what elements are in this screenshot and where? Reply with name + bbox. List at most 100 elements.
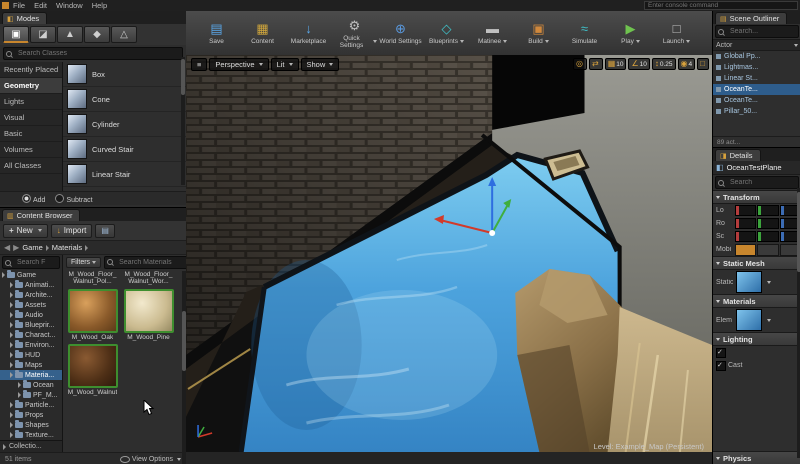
expander-icon[interactable] (18, 392, 21, 398)
modes-scrollbar[interactable] (181, 57, 185, 185)
outliner-row[interactable]: Global Pp... (713, 51, 800, 62)
scale-y-field[interactable] (757, 231, 779, 242)
mode-category[interactable]: Volumes (0, 142, 62, 158)
expander-icon[interactable] (10, 432, 13, 438)
expander-icon[interactable] (10, 342, 13, 348)
folder-tree-item[interactable]: Blueprir... (0, 320, 62, 330)
placeable-item[interactable]: Linear Stair (63, 162, 186, 187)
snap-control[interactable]: ↕ 0.25 (651, 58, 676, 70)
mobility-option[interactable] (757, 243, 779, 256)
console-command-input[interactable] (644, 1, 798, 10)
expander-icon[interactable] (10, 282, 13, 288)
mode-category[interactable]: Visual (0, 110, 62, 126)
selected-object-row[interactable]: ◧ OceanTestPlane (713, 161, 800, 175)
mode-tool-button[interactable]: ◆ (84, 26, 110, 43)
toolbar-button[interactable]: ⚙ Quick Settings (332, 13, 377, 53)
lighting-checkbox[interactable] (716, 347, 726, 358)
section-physics[interactable]: Physics (713, 451, 800, 464)
location-x-field[interactable] (735, 205, 757, 216)
folder-tree-item[interactable]: Texture... (0, 430, 62, 440)
scale-x-field[interactable] (735, 231, 757, 242)
asset-tile[interactable]: M_Wood_Pine (122, 288, 175, 341)
folder-tree-item[interactable]: Ocean (0, 380, 62, 390)
mode-tool-button[interactable]: ◪ (30, 26, 56, 43)
menu-item[interactable]: Help (92, 1, 107, 10)
breadcrumb-item[interactable]: Game (22, 243, 51, 252)
menu-item[interactable]: Edit (34, 1, 47, 10)
folder-tree-item[interactable]: Maps (0, 360, 62, 370)
snap-control[interactable]: ⇄ (588, 58, 603, 70)
add-radio[interactable]: Add (22, 193, 45, 204)
toolbar-button[interactable]: ⊕ World Settings (378, 13, 423, 53)
mode-category[interactable]: Geometry (0, 78, 62, 94)
static-mesh-thumbnail[interactable] (736, 271, 762, 293)
folder-tree-item[interactable]: Audio (0, 310, 62, 320)
perspective-button[interactable]: Perspective (209, 58, 269, 71)
back-arrow-icon[interactable]: ◀ (4, 243, 10, 252)
filters-button[interactable]: Filters (66, 256, 102, 268)
chevron-down-icon[interactable] (767, 318, 771, 322)
asset-tile[interactable]: M_Wood_Oak (66, 288, 119, 341)
show-button[interactable]: Show (300, 58, 340, 71)
expander-icon[interactable] (10, 412, 13, 418)
mode-tool-button[interactable]: ▲ (57, 26, 83, 43)
toolbar-button[interactable]: ▦ Content (240, 13, 285, 53)
asset-tile[interactable]: M_Wood_Walnut (66, 344, 119, 396)
snap-control[interactable]: ◎ (573, 58, 587, 70)
details-search-input[interactable] (728, 178, 798, 187)
rotation-x-field[interactable] (735, 218, 757, 229)
outliner-row[interactable]: OceanTe... (713, 95, 800, 106)
outliner-row[interactable]: Linear St... (713, 73, 800, 84)
toolbar-button[interactable]: ▬ Matinee (470, 13, 515, 53)
mode-tool-button[interactable]: ▣ (3, 26, 29, 43)
save-all-button[interactable]: ▤ (95, 223, 115, 238)
outliner-search-input[interactable] (728, 27, 798, 36)
folder-tree-item[interactable]: Materia... (0, 370, 62, 380)
toolbar-button[interactable]: ▣ Build (516, 13, 561, 53)
mode-tool-button[interactable]: △ (111, 26, 137, 43)
viewport-menu-button[interactable]: ≡ (191, 58, 208, 71)
outliner-row[interactable]: OceanTe... (713, 84, 800, 95)
viewport-3d[interactable]: ≡ Perspective Lit Show ◎ ⇄ ▦ 10 ∠ 10 ↕ 0… (186, 55, 712, 452)
new-button[interactable]: + New (3, 223, 48, 238)
modes-search-input[interactable] (16, 49, 182, 58)
toolbar-button[interactable]: □ Launch (654, 13, 699, 53)
folder-tree-item[interactable]: Particle... (0, 400, 62, 410)
placeable-item[interactable]: Cylinder (63, 112, 186, 137)
toolbar-button[interactable]: ▶ Play (608, 13, 653, 53)
folder-tree-item[interactable]: Animati... (0, 280, 62, 290)
tab-details[interactable]: ◨ Details (715, 149, 761, 161)
expander-icon[interactable] (10, 352, 13, 358)
section-transform[interactable]: Transform (713, 190, 800, 204)
mode-category[interactable]: Basic (0, 126, 62, 142)
snap-control[interactable]: □ (697, 58, 709, 70)
expander-icon[interactable] (10, 322, 13, 328)
snap-control[interactable]: ▦ 10 (604, 58, 627, 70)
folder-tree-item[interactable]: Game (0, 270, 62, 280)
section-lighting[interactable]: Lighting (713, 332, 800, 346)
folder-tree-item[interactable]: Archite... (0, 290, 62, 300)
cast-checkbox[interactable] (716, 360, 726, 371)
collections-section[interactable]: Collectio... (0, 440, 62, 452)
mobility-option-selected[interactable] (735, 243, 757, 256)
forward-arrow-icon[interactable]: ▶ (13, 243, 19, 252)
folder-tree-item[interactable]: Environ... (0, 340, 62, 350)
expander-icon[interactable] (10, 332, 13, 338)
viewport-3d-scene[interactable] (186, 55, 712, 452)
chevron-down-icon[interactable] (767, 280, 771, 284)
expander-icon[interactable] (10, 312, 13, 318)
toolbar-button[interactable]: ↓ Marketplace (286, 13, 331, 53)
location-y-field[interactable] (757, 205, 779, 216)
section-materials[interactable]: Materials (713, 294, 800, 308)
expander-icon[interactable] (2, 272, 5, 278)
expander-icon[interactable] (10, 292, 13, 298)
mode-category[interactable]: Lights (0, 94, 62, 110)
placeable-item[interactable]: Curved Stair (63, 137, 186, 162)
asset-tile[interactable]: M_Wood_Floor_Walnut_Wor... (122, 270, 175, 286)
folder-tree-item[interactable]: PF_M... (0, 390, 62, 400)
expander-icon[interactable] (10, 402, 13, 408)
subtract-radio[interactable]: Subtract (55, 193, 93, 204)
expander-icon[interactable] (10, 372, 13, 378)
mode-category[interactable]: All Classes (0, 158, 62, 174)
tab-content-browser[interactable]: ▥ Content Browser (2, 209, 81, 221)
